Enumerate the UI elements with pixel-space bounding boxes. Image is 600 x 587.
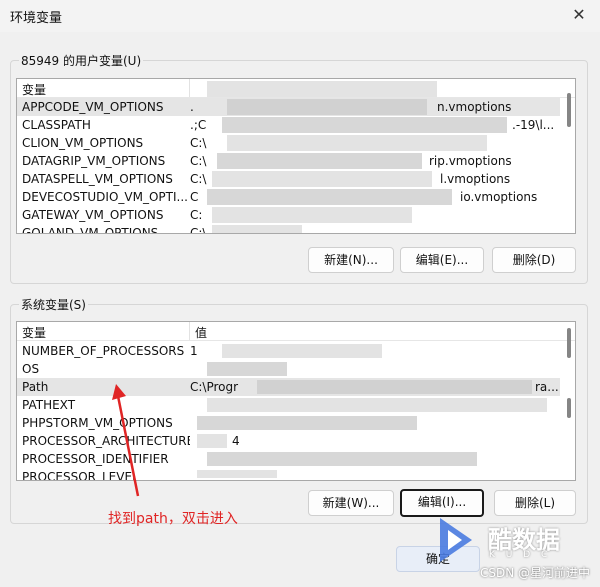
system-column-value[interactable]: 值 xyxy=(195,324,207,341)
variable-value: C:\ xyxy=(190,172,207,186)
variable-value-tail: io.vmoptions xyxy=(460,190,538,204)
privacy-blur xyxy=(217,153,422,169)
system-list-header: 变量 值 xyxy=(17,322,575,341)
title-bar: 环境变量 ✕ xyxy=(0,0,600,32)
privacy-blur xyxy=(212,207,412,223)
variable-value: C:\Progr xyxy=(190,380,239,394)
variable-value: .;C xyxy=(190,118,207,132)
user-column-name[interactable]: 变量 xyxy=(22,81,46,98)
variable-value: 4 xyxy=(232,434,240,448)
variable-value: C: xyxy=(190,208,203,222)
system-new-button[interactable]: 新建(W)... xyxy=(308,490,394,516)
window-title: 环境变量 xyxy=(10,11,63,26)
privacy-blur xyxy=(207,452,477,466)
variable-value: C:\ xyxy=(190,136,207,150)
privacy-blur xyxy=(207,398,547,412)
privacy-blur xyxy=(212,171,432,187)
variable-name: NUMBER_OF_PROCESSORS xyxy=(22,344,185,358)
user-variables-label: 85949 的用户变量(U) xyxy=(19,52,144,69)
variable-value-tail: .-19\l... xyxy=(512,118,555,132)
list-item[interactable]: PROCESSOR_LEVEL xyxy=(17,468,560,480)
privacy-blur xyxy=(197,416,417,430)
user-variables-list[interactable]: 变量 APPCODE_VM_OPTIONS . n.vmoptions CLAS… xyxy=(16,78,576,234)
scrollbar-thumb[interactable] xyxy=(567,328,571,358)
variable-value: C xyxy=(190,190,199,204)
user-list-scrollbar[interactable] xyxy=(565,81,573,231)
variable-name: DATASPELL_VM_OPTIONS xyxy=(22,172,173,186)
variable-name: APPCODE_VM_OPTIONS xyxy=(22,100,164,114)
privacy-blur xyxy=(227,135,487,151)
system-column-name[interactable]: 变量 xyxy=(22,324,46,341)
privacy-blur xyxy=(222,117,507,133)
variable-name: OS xyxy=(22,362,40,376)
system-variables-label: 系统变量(S) xyxy=(19,296,88,313)
variable-name: GATEWAY_VM_OPTIONS xyxy=(22,208,164,222)
privacy-blur xyxy=(207,189,452,205)
scrollbar-thumb[interactable] xyxy=(567,93,571,127)
variable-name: DATAGRIP_VM_OPTIONS xyxy=(22,154,166,168)
watermark-sub: K U D C xyxy=(489,550,552,560)
list-item[interactable]: PROCESSOR_ARCHITECTURE 4 xyxy=(17,432,560,450)
privacy-blur xyxy=(257,380,532,394)
variable-name: DEVECOSTUDIO_VM_OPTI... xyxy=(22,190,188,204)
variable-value: 1 xyxy=(190,344,198,358)
kudc-logo-icon xyxy=(440,518,472,562)
privacy-blur xyxy=(222,344,382,358)
privacy-blur xyxy=(207,362,287,376)
privacy-blur xyxy=(207,81,437,97)
variable-value-tail: rip.vmoptions xyxy=(429,154,512,168)
variable-value-tail: l.vmoptions xyxy=(440,172,511,186)
system-delete-button[interactable]: 删除(L) xyxy=(494,490,576,516)
variable-value-tail: ra... xyxy=(535,380,559,394)
annotation-text: 找到path，双击进入 xyxy=(108,511,238,527)
variable-name: CLASSPATH xyxy=(22,118,91,132)
variable-value-tail: n.vmoptions xyxy=(437,100,512,114)
annotation-arrow xyxy=(112,384,140,497)
variable-name: CLION_VM_OPTIONS xyxy=(22,136,144,150)
variable-value: . xyxy=(190,100,194,114)
variable-value: C:\ xyxy=(190,226,207,234)
user-delete-button[interactable]: 删除(D) xyxy=(492,247,576,273)
csdn-watermark: CSDN @星河前进中 xyxy=(479,566,590,580)
scrollbar-thumb[interactable] xyxy=(567,398,571,418)
privacy-blur xyxy=(212,225,302,233)
system-list-scrollbar[interactable] xyxy=(565,324,573,478)
list-item[interactable]: OS xyxy=(17,360,560,378)
variable-name: GOLAND_VM_OPTIONS xyxy=(22,226,159,234)
privacy-blur xyxy=(197,434,227,448)
system-edit-button[interactable]: 编辑(I)... xyxy=(400,489,484,517)
variable-value: C:\ xyxy=(190,154,207,168)
close-icon[interactable]: ✕ xyxy=(564,4,594,26)
privacy-blur xyxy=(227,99,427,115)
privacy-blur xyxy=(197,470,277,478)
user-new-button[interactable]: 新建(N)... xyxy=(308,247,394,273)
user-edit-button[interactable]: 编辑(E)... xyxy=(400,247,484,273)
